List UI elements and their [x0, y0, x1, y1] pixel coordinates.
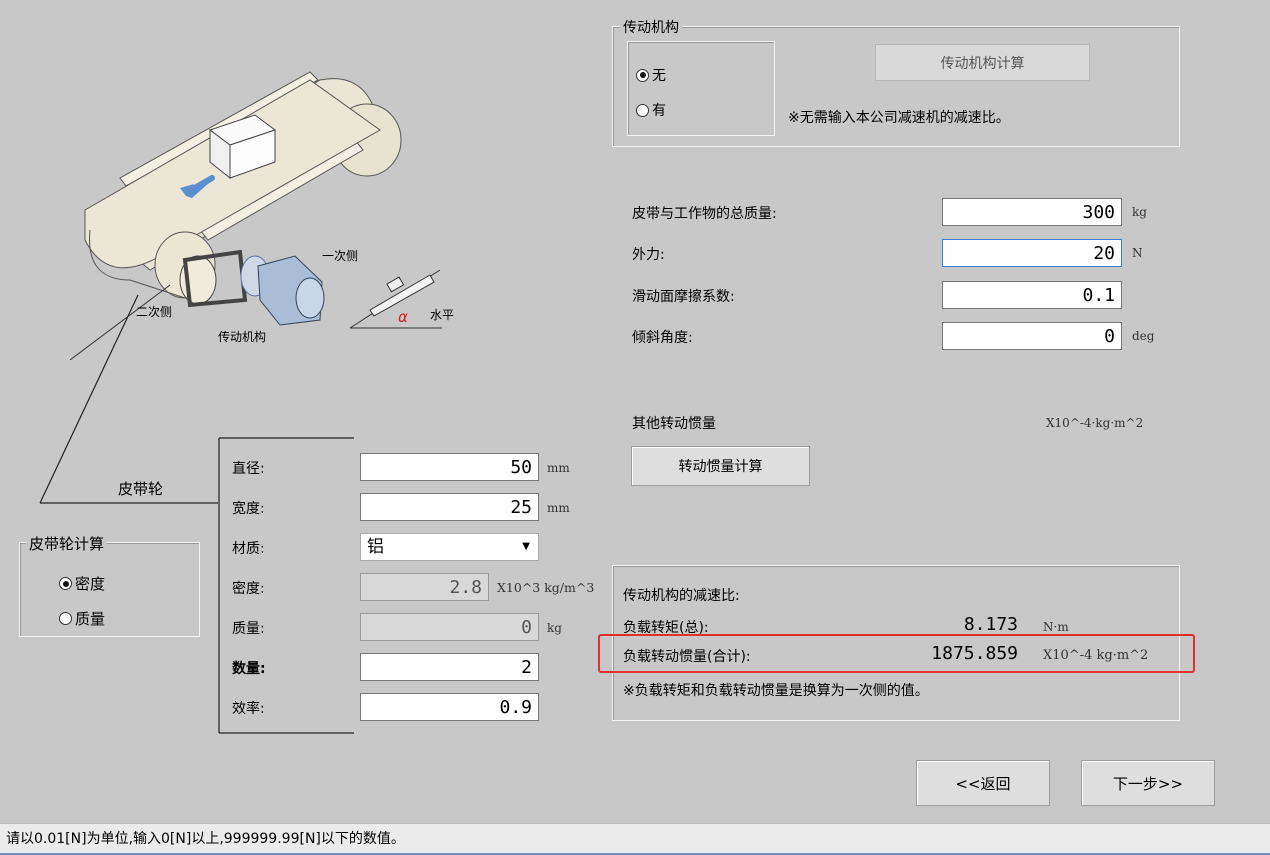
input-friction[interactable]: [942, 281, 1122, 309]
other-inertia-unit: X10^-4·kg·m^2: [1046, 416, 1144, 430]
label-secondary-side: 二次侧: [136, 305, 173, 319]
inertia-unit: X10^-4 kg·m^2: [1043, 648, 1149, 663]
back-button[interactable]: <<返回: [916, 760, 1050, 806]
results-note: ※负载转矩和负载转动惯量是换算为一次侧的值。: [623, 683, 929, 699]
pulley-calc-group: [19, 542, 200, 637]
label-transmission-drawing: 传动机构: [218, 330, 267, 344]
label-primary-side: 一次侧: [322, 249, 359, 263]
param-label-angle: 倾斜角度:: [632, 330, 693, 346]
inertia-label: 负载转动惯量(合计):: [623, 649, 751, 665]
input-external-force[interactable]: [942, 239, 1122, 267]
input-pulley-diameter[interactable]: [360, 453, 539, 481]
other-inertia-label: 其他转动惯量: [632, 416, 716, 432]
unit-angle: deg: [1132, 329, 1155, 343]
input-pulley-mass: [360, 613, 539, 641]
label-horizontal: 水平: [430, 308, 455, 322]
label-alpha: α: [398, 308, 408, 326]
pulley-calc-legend: 皮带轮计算: [26, 533, 108, 554]
dropdown-arrow-icon: ▼: [522, 541, 530, 552]
unit-mass: kg: [1132, 205, 1147, 219]
unit-width: mm: [547, 501, 570, 515]
param-label-force: 外力:: [632, 247, 665, 263]
pulley-label: 皮带轮: [118, 480, 164, 498]
unit-density: X10^3 kg/m^3: [497, 580, 595, 595]
inertia-value: 1875.859: [931, 643, 1018, 664]
radio-dot-icon: [59, 577, 72, 590]
unit-diameter: mm: [547, 461, 570, 475]
input-total-mass[interactable]: [942, 198, 1122, 226]
radio-dot-icon: [636, 68, 649, 82]
ratio-label: 传动机构的减速比:: [623, 588, 740, 604]
input-pulley-count[interactable]: [360, 653, 539, 681]
unit-pulley-mass: kg: [547, 621, 562, 635]
transmission-calc-button[interactable]: 传动机构计算: [875, 44, 1090, 81]
radio-pulley-density[interactable]: 密度: [59, 573, 105, 594]
pulley-label-material: 材质:: [232, 541, 265, 557]
input-pulley-efficiency[interactable]: [360, 693, 539, 721]
inertia-calc-button[interactable]: 转动惯量计算: [631, 446, 810, 486]
input-pulley-width[interactable]: [360, 493, 539, 521]
input-pulley-density: [360, 573, 489, 601]
unit-force: N: [1132, 246, 1143, 260]
torque-unit: N·m: [1043, 620, 1069, 634]
transmission-note: ※无需输入本公司减速机的减速比。: [788, 110, 1010, 126]
pulley-label-diameter: 直径:: [232, 461, 265, 477]
radio-transmission-none[interactable]: 无: [636, 65, 666, 85]
status-bar: 请以0.01[N]为单位,输入0[N]以上,999999.99[N]以下的数值。: [0, 823, 1270, 855]
select-pulley-material[interactable]: 铝 ▼: [360, 533, 539, 561]
transmission-legend: 传动机构: [620, 17, 682, 37]
torque-value: 8.173: [963, 614, 1018, 635]
radio-dot-icon: [59, 612, 72, 625]
pulley-label-mass: 质量:: [232, 621, 265, 637]
radio-dot-icon: [636, 103, 649, 117]
input-angle[interactable]: [942, 322, 1122, 350]
secondary-side-leader: [39, 294, 218, 504]
pulley-label-efficiency: 效率:: [232, 701, 265, 717]
pulley-label-count: 数量:: [232, 661, 266, 677]
pulley-label-width: 宽度:: [232, 501, 265, 517]
param-label-mass: 皮带与工作物的总质量:: [632, 206, 777, 222]
radio-transmission-has[interactable]: 有: [636, 100, 666, 120]
pulley-label-density: 密度:: [232, 581, 265, 597]
next-button[interactable]: 下一步>>: [1081, 760, 1215, 806]
radio-pulley-mass[interactable]: 质量: [59, 608, 105, 629]
transmission-radio-box: [627, 41, 775, 136]
param-label-friction: 滑动面摩擦系数:: [632, 289, 735, 305]
